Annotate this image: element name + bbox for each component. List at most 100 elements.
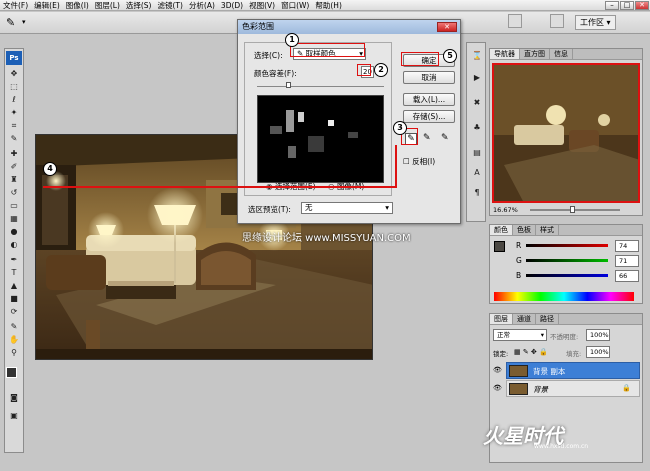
selection-preview-value: 无: [305, 203, 313, 212]
foreground-color-swatch[interactable]: [6, 367, 17, 378]
zoom-slider-thumb[interactable]: [570, 206, 575, 213]
menu-3d[interactable]: 3D(D): [218, 1, 246, 10]
tab-layers[interactable]: 图层: [490, 314, 513, 324]
menu-help[interactable]: 帮助(H): [312, 0, 345, 11]
dialog-title: 色彩范围: [238, 20, 460, 34]
blend-mode-dropdown[interactable]: 正常 ▾: [493, 329, 547, 341]
maximize-button[interactable]: □: [620, 1, 634, 10]
layer-row-selected[interactable]: 背景 副本: [506, 362, 640, 379]
menu-filter[interactable]: 滤镜(T): [155, 0, 186, 11]
minimize-button[interactable]: –: [605, 1, 619, 10]
b-value[interactable]: 66: [615, 270, 639, 282]
lasso-tool-icon[interactable]: ℓ: [8, 95, 20, 105]
eyedropper-tool-icon[interactable]: ✎: [6, 16, 15, 29]
gradient-tool-icon[interactable]: ▦: [8, 214, 20, 224]
actions-panel-icon[interactable]: ▶: [471, 73, 483, 83]
callout-5: 5: [443, 49, 457, 63]
menu-window[interactable]: 窗口(W): [278, 0, 312, 11]
save-button[interactable]: 存储(S)...: [403, 110, 455, 123]
invert-checkbox[interactable]: ☐ 反相(I): [403, 156, 435, 167]
zoom-tool-icon[interactable]: ⚲: [8, 348, 20, 358]
eye-icon[interactable]: 👁: [493, 384, 502, 392]
close-button[interactable]: ✕: [635, 1, 649, 10]
color-spectrum-bar[interactable]: [494, 292, 634, 301]
eyedropper-sample-icon[interactable]: ✎: [8, 322, 20, 332]
menu-analysis[interactable]: 分析(A): [186, 0, 218, 11]
dodge-tool-icon[interactable]: ◐: [8, 240, 20, 250]
eye-icon[interactable]: 👁: [493, 366, 502, 374]
crop-tool-icon[interactable]: ⌗: [8, 121, 20, 131]
tool-preset-chevron-icon[interactable]: ▾: [22, 18, 26, 26]
cancel-button[interactable]: 取消: [403, 71, 455, 84]
brush-tool-icon[interactable]: ✐: [8, 162, 20, 172]
paragraph-panel-icon[interactable]: ¶: [471, 188, 483, 198]
r-slider[interactable]: [526, 244, 608, 247]
lock-icons[interactable]: ▦ ✎ ✥ 🔒: [514, 348, 548, 356]
tab-styles[interactable]: 样式: [536, 225, 559, 235]
g-value[interactable]: 71: [615, 255, 639, 267]
tab-histogram[interactable]: 直方图: [520, 49, 550, 59]
clone-source-icon[interactable]: ♣: [471, 123, 483, 133]
shape-tool-icon[interactable]: ■: [8, 294, 20, 304]
zoom-slider[interactable]: [530, 209, 620, 211]
eraser-tool-icon[interactable]: ▭: [8, 201, 20, 211]
quick-mask-icon[interactable]: ◙: [8, 393, 20, 403]
navigator-thumbnail[interactable]: [492, 63, 640, 203]
move-tool-icon[interactable]: ✥: [8, 69, 20, 79]
history-brush-icon[interactable]: ↺: [8, 188, 20, 198]
type-tool-icon[interactable]: T: [8, 268, 20, 278]
eyedropper-icon[interactable]: ✎: [8, 134, 20, 144]
layer-thumbnail: [509, 365, 528, 377]
layers-tabs: 图层 通道 路径: [490, 314, 642, 325]
fill-input[interactable]: 100%: [586, 346, 610, 358]
hand-tool-icon[interactable]: ✋: [8, 335, 20, 345]
layer-name: 背景 副本: [533, 367, 566, 376]
g-slider[interactable]: [526, 259, 608, 262]
workspace-switcher[interactable]: 工作区 ▾: [575, 15, 616, 30]
b-slider[interactable]: [526, 274, 608, 277]
fg-color-swatch[interactable]: [494, 241, 505, 252]
load-button[interactable]: 载入(L)...: [403, 93, 455, 106]
eyedropper-subtract-icon[interactable]: ✎: [441, 133, 449, 143]
bridge-icon[interactable]: [508, 14, 522, 28]
opacity-label: 不透明度:: [550, 333, 579, 341]
menu-image[interactable]: 图像(I): [63, 0, 92, 11]
screen-mode-tool-icon[interactable]: ▣: [8, 411, 20, 421]
blur-tool-icon[interactable]: ●: [8, 227, 20, 237]
menu-view[interactable]: 视图(V): [246, 0, 278, 11]
healing-brush-icon[interactable]: ✚: [8, 149, 20, 159]
tools-preset-icon[interactable]: ✖: [471, 98, 483, 108]
opacity-input[interactable]: 100%: [586, 329, 610, 341]
b-label: B: [516, 271, 522, 280]
callout-box-select: [290, 43, 365, 57]
menu-layer[interactable]: 图层(L): [92, 0, 123, 11]
layer-row[interactable]: 背景 🔒: [506, 380, 640, 397]
menu-file[interactable]: 文件(F): [0, 0, 31, 11]
zoom-level[interactable]: 16.67%: [493, 206, 518, 214]
menu-select[interactable]: 选择(S): [123, 0, 155, 11]
dialog-close-icon[interactable]: ✕: [437, 22, 457, 32]
tab-navigator[interactable]: 导航器: [490, 49, 520, 59]
tab-color[interactable]: 颜色: [490, 225, 513, 235]
tab-swatches[interactable]: 色板: [513, 225, 536, 235]
callout-4: 4: [43, 162, 57, 176]
tab-info[interactable]: 信息: [550, 49, 573, 59]
layer-thumbnail: [509, 383, 528, 395]
screen-mode-icon[interactable]: [550, 14, 564, 28]
pen-tool-icon[interactable]: ✒: [8, 255, 20, 265]
selection-preview-dropdown[interactable]: 无 ▾: [301, 202, 393, 214]
stamp-tool-icon[interactable]: ♜: [8, 175, 20, 185]
tab-paths[interactable]: 路径: [536, 314, 559, 324]
menu-edit[interactable]: 编辑(E): [31, 0, 63, 11]
magic-wand-tool-icon[interactable]: ✦: [8, 108, 20, 118]
chevron-down-icon: ▾: [385, 203, 389, 212]
character-panel-icon[interactable]: A: [471, 168, 483, 178]
tab-channels[interactable]: 通道: [513, 314, 536, 324]
3d-rotate-icon[interactable]: ⟳: [8, 307, 20, 317]
path-selection-icon[interactable]: ▲: [8, 281, 20, 291]
eyedropper-add-icon[interactable]: ✎: [423, 133, 431, 143]
brushes-panel-icon[interactable]: ▤: [471, 148, 483, 158]
r-value[interactable]: 74: [615, 240, 639, 252]
marquee-tool-icon[interactable]: ⬚: [8, 82, 20, 92]
history-panel-icon[interactable]: ⌛: [471, 51, 483, 61]
